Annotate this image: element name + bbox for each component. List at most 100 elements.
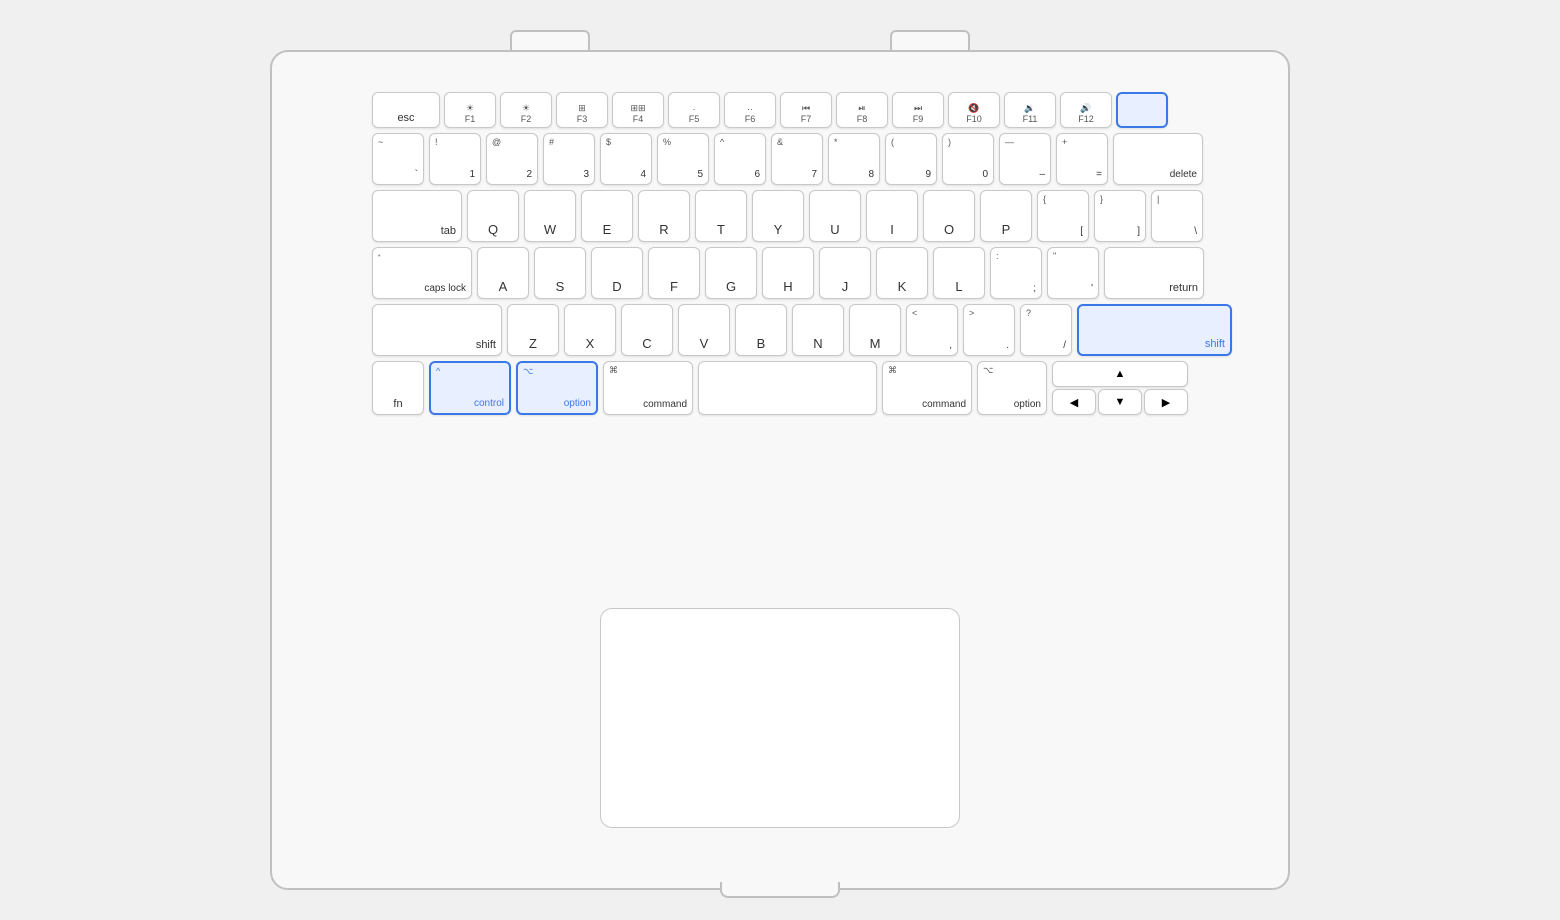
esc-label: esc (397, 112, 414, 124)
6-key[interactable]: ^ 6 (714, 133, 766, 185)
arrow-right-icon: ▶ (1162, 396, 1170, 409)
j-key[interactable]: J (819, 247, 871, 299)
caps-lock-key[interactable]: • caps lock (372, 247, 472, 299)
f1-key[interactable]: ☀ F1 (444, 92, 496, 128)
cmd-right-key[interactable]: ⌘ command (882, 361, 972, 415)
minus-top: — (1005, 138, 1014, 147)
comma-key[interactable]: < , (906, 304, 958, 356)
control-key[interactable]: ^ control (429, 361, 511, 415)
f11-key[interactable]: 🔉 F11 (1004, 92, 1056, 128)
minus-bottom: – (1039, 170, 1045, 180)
laptop: esc ☀ F1 ☀ F2 ⊞ F3 ⊞⊞ F4 (230, 30, 1330, 890)
tab-key[interactable]: tab (372, 190, 462, 242)
f2-key[interactable]: ☀ F2 (500, 92, 552, 128)
return-key[interactable]: return (1104, 247, 1204, 299)
k-key[interactable]: K (876, 247, 928, 299)
p-label: P (1002, 222, 1011, 237)
8-key[interactable]: * 8 (828, 133, 880, 185)
u-key[interactable]: U (809, 190, 861, 242)
f6-key[interactable]: ·· F6 (724, 92, 776, 128)
f8-key[interactable]: ⏯ F8 (836, 92, 888, 128)
z-key[interactable]: Z (507, 304, 559, 356)
t-key[interactable]: T (695, 190, 747, 242)
g-key[interactable]: G (705, 247, 757, 299)
f12-key[interactable]: 🔊 F12 (1060, 92, 1112, 128)
f7-icon: ⏮ (802, 103, 810, 114)
cmd-left-key[interactable]: ⌘ command (603, 361, 693, 415)
5-bottom: 5 (697, 170, 703, 180)
shift-right-key[interactable]: shift (1077, 304, 1232, 356)
shift-left-key[interactable]: shift (372, 304, 502, 356)
f8-icon: ⏯ (858, 103, 865, 114)
quote-key[interactable]: " ' (1047, 247, 1099, 299)
bracket-open-key[interactable]: { [ (1037, 190, 1089, 242)
k-label: K (898, 279, 907, 294)
c-key[interactable]: C (621, 304, 673, 356)
bracket-close-key[interactable]: } ] (1094, 190, 1146, 242)
slash-key[interactable]: ? / (1020, 304, 1072, 356)
f-key[interactable]: F (648, 247, 700, 299)
semicolon-key[interactable]: : ; (990, 247, 1042, 299)
f7-key[interactable]: ⏮ F7 (780, 92, 832, 128)
power-key[interactable] (1116, 92, 1168, 128)
esc-key[interactable]: esc (372, 92, 440, 128)
f-label: F (670, 279, 678, 294)
5-key[interactable]: % 5 (657, 133, 709, 185)
v-key[interactable]: V (678, 304, 730, 356)
x-key[interactable]: X (564, 304, 616, 356)
period-key[interactable]: > . (963, 304, 1015, 356)
2-key[interactable]: @ 2 (486, 133, 538, 185)
e-label: E (603, 222, 612, 237)
equals-key[interactable]: + = (1056, 133, 1108, 185)
7-key[interactable]: & 7 (771, 133, 823, 185)
tilde-top: ~ (378, 138, 383, 147)
fn-key[interactable]: fn (372, 361, 424, 415)
y-key[interactable]: Y (752, 190, 804, 242)
space-key[interactable] (698, 361, 877, 415)
pipe-bottom: \ (1194, 227, 1197, 237)
8-top: * (834, 138, 838, 147)
minus-key[interactable]: — – (999, 133, 1051, 185)
option-right-top-symbol: ⌥ (983, 366, 993, 375)
f4-key[interactable]: ⊞⊞ F4 (612, 92, 664, 128)
arrow-down-key[interactable]: ▼ (1098, 389, 1142, 415)
h-key[interactable]: H (762, 247, 814, 299)
f9-key[interactable]: ⏭ F9 (892, 92, 944, 128)
f5-key[interactable]: · F5 (668, 92, 720, 128)
delete-key[interactable]: delete (1113, 133, 1203, 185)
n-key[interactable]: N (792, 304, 844, 356)
option-right-key[interactable]: ⌥ option (977, 361, 1047, 415)
tilde-key[interactable]: ~ ` (372, 133, 424, 185)
d-key[interactable]: D (591, 247, 643, 299)
3-key[interactable]: # 3 (543, 133, 595, 185)
option-left-label: option (564, 399, 591, 409)
0-key[interactable]: ) 0 (942, 133, 994, 185)
9-key[interactable]: ( 9 (885, 133, 937, 185)
question-top: ? (1026, 309, 1031, 318)
1-key[interactable]: ! 1 (429, 133, 481, 185)
e-key[interactable]: E (581, 190, 633, 242)
option-left-key[interactable]: ⌥ option (516, 361, 598, 415)
w-key[interactable]: W (524, 190, 576, 242)
p-key[interactable]: P (980, 190, 1032, 242)
o-key[interactable]: O (923, 190, 975, 242)
m-key[interactable]: M (849, 304, 901, 356)
r-key[interactable]: R (638, 190, 690, 242)
arrow-up-key[interactable]: ▲ (1052, 361, 1188, 387)
x-label: X (586, 336, 595, 351)
a-key[interactable]: A (477, 247, 529, 299)
pipe-key[interactable]: | \ (1151, 190, 1203, 242)
i-key[interactable]: I (866, 190, 918, 242)
l-key[interactable]: L (933, 247, 985, 299)
b-key[interactable]: B (735, 304, 787, 356)
arrow-left-key[interactable]: ◀ (1052, 389, 1096, 415)
arrow-down-icon: ▼ (1115, 396, 1126, 408)
f10-key[interactable]: 🔇 F10 (948, 92, 1000, 128)
arrow-right-key[interactable]: ▶ (1144, 389, 1188, 415)
bracket-close-bottom: ] (1137, 227, 1140, 237)
q-key[interactable]: Q (467, 190, 519, 242)
f3-key[interactable]: ⊞ F3 (556, 92, 608, 128)
4-key[interactable]: $ 4 (600, 133, 652, 185)
s-key[interactable]: S (534, 247, 586, 299)
trackpad[interactable] (600, 608, 960, 828)
